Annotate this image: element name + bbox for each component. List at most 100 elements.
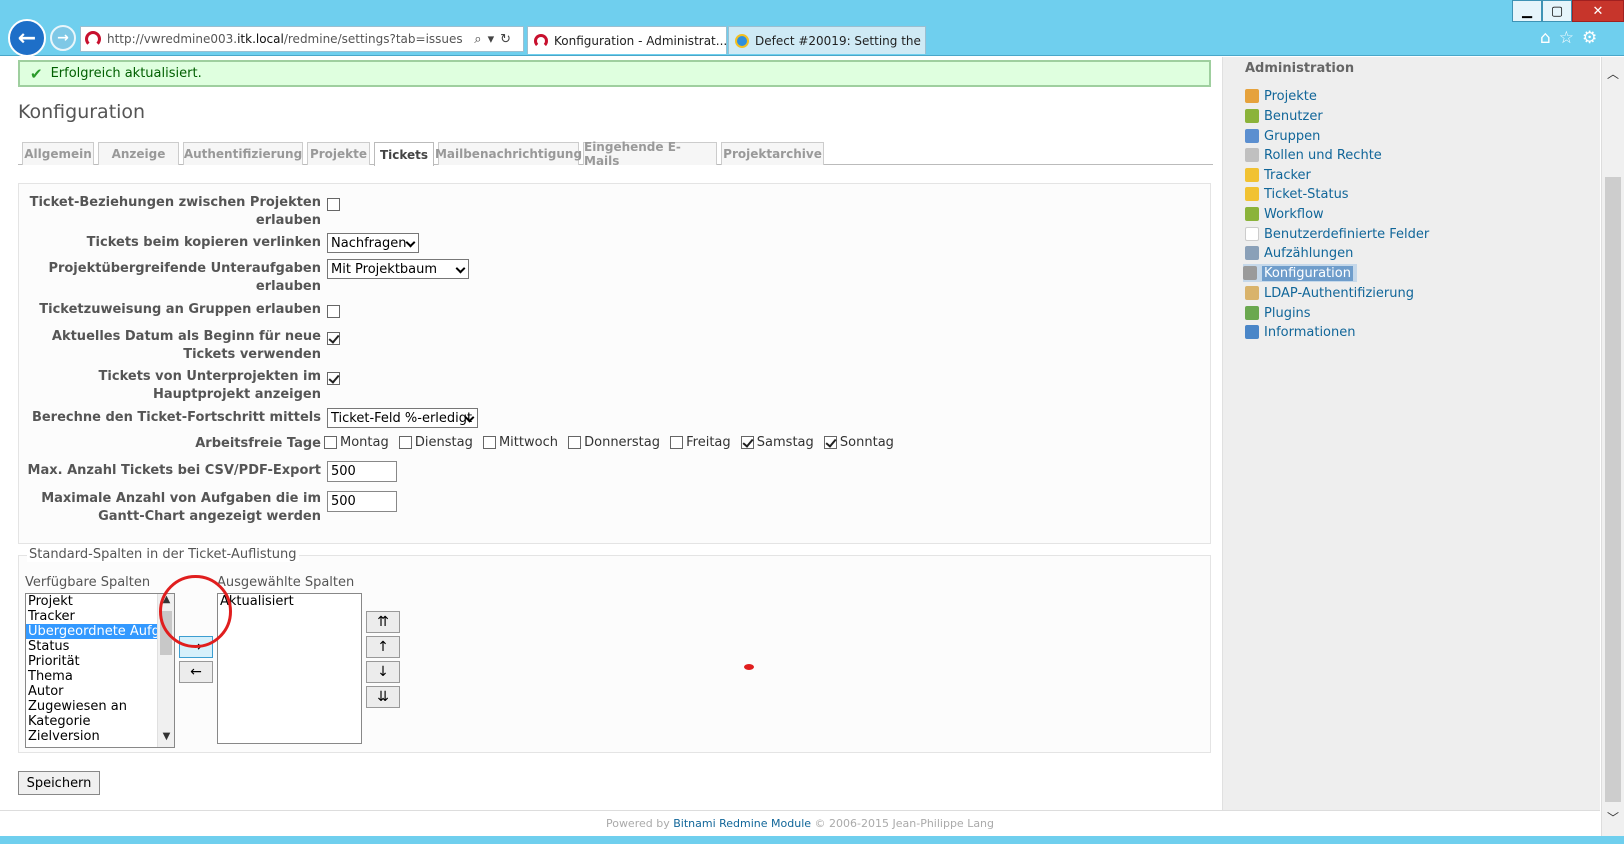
dropdown-icon[interactable]: ▾ xyxy=(488,32,501,47)
default-start-today-checkbox[interactable] xyxy=(327,332,340,345)
save-button[interactable]: Speichern xyxy=(18,771,100,795)
refresh-icon[interactable]: ↻ xyxy=(500,32,517,47)
page-scrollbar[interactable]: ︿ ﹀ xyxy=(1601,57,1624,844)
sidebar-item-label[interactable]: Projekte xyxy=(1264,89,1317,104)
sidebar-item-tracker[interactable]: Tracker xyxy=(1245,166,1311,184)
tab-authentifizierung[interactable]: Authentifizierung xyxy=(183,142,303,165)
export-limit-input[interactable]: 500 xyxy=(327,461,397,482)
browser-tab-defect[interactable]: Defect #20019: Setting the defa... xyxy=(728,26,926,54)
cross-project-relations-checkbox[interactable] xyxy=(327,198,340,211)
list-item[interactable]: Thema xyxy=(26,669,174,684)
maximize-icon[interactable]: ▢ xyxy=(1542,0,1572,22)
sidebar-item-konfiguration[interactable]: Konfiguration xyxy=(1243,264,1357,282)
sidebar-item-label[interactable]: Aufzählungen xyxy=(1264,246,1353,261)
sidebar-item-enumerations[interactable]: Aufzählungen xyxy=(1245,244,1353,262)
tab-projektarchive[interactable]: Projektarchive xyxy=(721,142,824,165)
move-up-button[interactable]: ↑ xyxy=(366,636,400,658)
sidebar-item-informationen[interactable]: Informationen xyxy=(1245,323,1356,341)
sidebar-item-label[interactable]: Tracker xyxy=(1264,168,1311,183)
sidebar-item-ldap[interactable]: LDAP-Authentifizierung xyxy=(1245,284,1414,302)
sidebar-item-label[interactable]: Konfiguration xyxy=(1262,265,1353,281)
issue-settings-box: Ticket-Beziehungen zwischen Projekten er… xyxy=(18,183,1211,544)
link-on-copy-select[interactable]: Nachfragen xyxy=(327,233,419,253)
list-item[interactable]: Projekt xyxy=(26,594,174,609)
day-checkbox[interactable] xyxy=(324,436,337,449)
sidebar-item-workflow[interactable]: Workflow xyxy=(1245,205,1324,223)
sidebar-item-plugins[interactable]: Plugins xyxy=(1245,304,1311,322)
tab-tickets[interactable]: Tickets xyxy=(374,142,434,166)
sidebar-item-rollen[interactable]: Rollen und Rechte xyxy=(1245,146,1382,164)
forward-arrow-icon[interactable]: → xyxy=(50,25,76,51)
redmine-favicon-icon xyxy=(85,31,101,47)
sidebar-item-custom-fields[interactable]: Benutzerdefinierte Felder xyxy=(1245,225,1429,243)
address-bar[interactable]: http://vwredmine003.itk.local/redmine/se… xyxy=(80,26,524,52)
sidebar-item-gruppen[interactable]: Gruppen xyxy=(1245,127,1320,145)
bitnami-link[interactable]: Bitnami Redmine Module xyxy=(673,817,811,830)
list-item-selected[interactable]: Übergeordnete Aufgabe xyxy=(26,624,174,639)
tab-mailbenachrichtigung[interactable]: Mailbenachrichtigung xyxy=(435,142,582,165)
tab-eingehende-emails[interactable]: Eingehende E-Mails xyxy=(583,140,717,168)
tab-allgemein[interactable]: Allgemein xyxy=(22,142,94,165)
sidebar-item-benutzer[interactable]: Benutzer xyxy=(1245,107,1323,125)
available-columns-list[interactable]: Projekt Tracker Übergeordnete Aufgabe St… xyxy=(25,593,175,748)
sidebar-item-label[interactable]: Informationen xyxy=(1264,325,1356,340)
list-item[interactable]: Zielversion xyxy=(26,729,174,744)
sidebar-item-label[interactable]: Rollen und Rechte xyxy=(1264,148,1382,163)
address-actions[interactable]: ⌕▾↻ xyxy=(474,32,523,47)
search-icon[interactable]: ⌕ xyxy=(474,32,487,47)
group-assignment-checkbox[interactable] xyxy=(327,305,340,318)
chevron-down-icon[interactable]: ﹀ xyxy=(1602,809,1624,827)
list-item[interactable]: Status xyxy=(26,639,174,654)
page-title: Konfiguration xyxy=(18,101,146,123)
sidebar-item-ticket-status[interactable]: Ticket-Status xyxy=(1245,185,1349,203)
scroll-thumb[interactable] xyxy=(1605,177,1621,802)
list-item[interactable]: Kategorie xyxy=(26,714,174,729)
sidebar-item-projekte[interactable]: Projekte xyxy=(1245,87,1317,105)
day-checkbox[interactable] xyxy=(740,436,754,449)
remove-column-button[interactable]: ← xyxy=(179,661,213,683)
sidebar-item-label[interactable]: Gruppen xyxy=(1264,129,1320,144)
favorites-star-icon[interactable]: ☆ xyxy=(1559,28,1582,48)
sidebar-item-label[interactable]: Plugins xyxy=(1264,306,1311,321)
gantt-limit-input[interactable]: 500 xyxy=(327,491,397,512)
list-item[interactable]: Autor xyxy=(26,684,174,699)
sidebar-item-label[interactable]: Ticket-Status xyxy=(1264,187,1349,202)
day-checkbox[interactable] xyxy=(670,436,684,449)
back-arrow-icon[interactable]: ← xyxy=(8,19,46,57)
close-window-icon[interactable]: ✕ xyxy=(1572,0,1624,22)
selected-columns-list[interactable]: Aktualisiert xyxy=(217,593,362,744)
sidebar-item-label[interactable]: Workflow xyxy=(1264,207,1324,222)
sidebar-item-label[interactable]: Benutzer xyxy=(1264,109,1323,124)
chevron-up-icon[interactable]: ︿ xyxy=(1602,65,1624,83)
day-montag[interactable]: Montag xyxy=(324,435,389,450)
day-checkbox[interactable] xyxy=(568,436,582,449)
sidebar-item-label[interactable]: LDAP-Authentifizierung xyxy=(1264,286,1414,301)
day-checkbox[interactable] xyxy=(823,436,837,449)
chevron-down-icon[interactable]: ▼ xyxy=(158,731,174,747)
move-down-button[interactable]: ↓ xyxy=(366,661,400,683)
sidebar-item-label[interactable]: Benutzerdefinierte Felder xyxy=(1264,227,1429,242)
move-bottom-button[interactable]: ⇊ xyxy=(366,686,400,708)
day-freitag[interactable]: Freitag xyxy=(670,435,731,450)
day-donnerstag[interactable]: Donnerstag xyxy=(568,435,660,450)
list-item[interactable]: Zugewiesen an xyxy=(26,699,174,714)
day-sonntag[interactable]: Sonntag xyxy=(823,435,894,450)
minimize-icon[interactable]: ▁ xyxy=(1512,0,1542,22)
cross-project-subtasks-select[interactable]: Mit Projektbaum xyxy=(327,259,469,279)
day-checkbox[interactable] xyxy=(398,436,412,449)
browser-tab-konfiguration[interactable]: Konfiguration - Administrat... ✕ xyxy=(527,26,727,54)
home-icon[interactable]: ⌂ xyxy=(1540,28,1559,48)
move-top-button[interactable]: ⇈ xyxy=(366,611,400,633)
gear-icon[interactable]: ⚙ xyxy=(1582,28,1605,48)
list-item[interactable]: Priorität xyxy=(26,654,174,669)
day-dienstag[interactable]: Dienstag xyxy=(398,435,473,450)
display-subprojects-checkbox[interactable] xyxy=(327,372,340,385)
day-samstag[interactable]: Samstag xyxy=(740,435,814,450)
tab-anzeige[interactable]: Anzeige xyxy=(98,142,179,165)
list-item[interactable]: Tracker xyxy=(26,609,174,624)
day-checkbox[interactable] xyxy=(482,436,496,449)
tab-projekte[interactable]: Projekte xyxy=(307,142,370,165)
done-ratio-select[interactable]: Ticket-Feld %-erledigt xyxy=(327,408,478,428)
list-item[interactable]: Aktualisiert xyxy=(218,594,361,609)
day-mittwoch[interactable]: Mittwoch xyxy=(482,435,558,450)
